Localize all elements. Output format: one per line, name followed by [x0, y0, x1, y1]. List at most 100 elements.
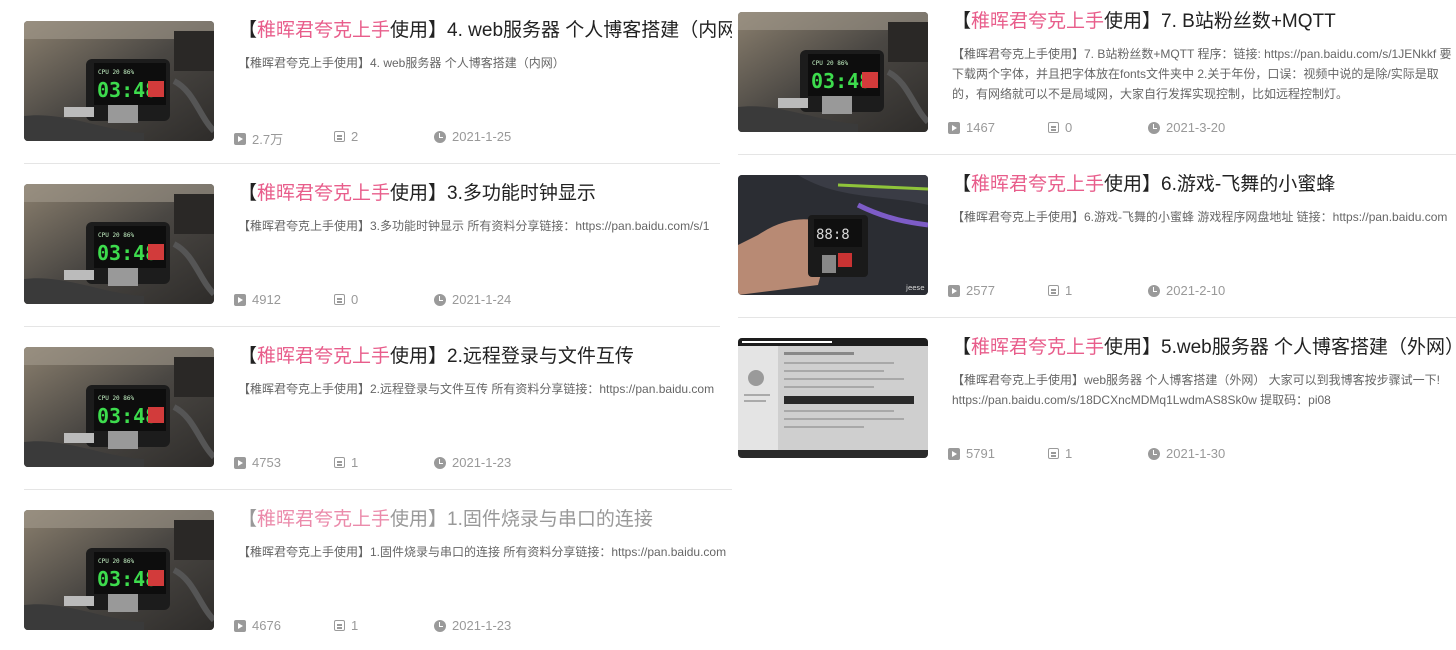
play-icon: [234, 293, 246, 306]
video-thumbnail[interactable]: [24, 21, 214, 141]
comment-icon: [334, 620, 345, 631]
comments-count: 0: [1065, 120, 1073, 135]
comments-stat: 2: [334, 129, 358, 144]
video-stats: 4676 1 2021-1-23: [234, 618, 732, 636]
video-stats: 4753 1 2021-1-23: [234, 455, 732, 473]
publish-date: 2021-2-10: [1166, 283, 1226, 298]
title-text: 使用】4. web服务器 个人博客搭建（内网）: [390, 20, 732, 41]
comments-count: 1: [351, 618, 359, 633]
views-count: 4676: [252, 618, 281, 633]
play-icon: [234, 456, 246, 469]
video-thumbnail[interactable]: [738, 12, 928, 132]
divider: [24, 163, 720, 164]
views-count: 2.7万: [252, 132, 284, 147]
comments-count: 2: [351, 129, 359, 144]
title-text: 使用】6.游戏-飞舞的小蜜蜂: [1104, 174, 1336, 195]
clock-icon: [434, 619, 446, 632]
video-thumbnail[interactable]: [24, 347, 214, 467]
clock-icon: [434, 293, 446, 306]
date-stat: 2021-1-23: [434, 618, 511, 633]
play-icon: [234, 619, 246, 632]
title-highlight: 稚晖君夸克上手: [971, 174, 1105, 195]
video-card[interactable]: 【稚晖君夸克上手使用】4. web服务器 个人博客搭建（内网） 【稚晖君夸克上手…: [24, 18, 732, 161]
comments-count: 1: [1065, 283, 1073, 298]
title-highlight: 稚晖君夸克上手: [257, 20, 391, 41]
comment-icon: [334, 294, 345, 305]
views-stat: 2577: [948, 283, 995, 298]
video-stats: 4912 0 2021-1-24: [234, 292, 732, 310]
views-count: 4912: [252, 292, 281, 307]
video-thumbnail[interactable]: [738, 338, 928, 458]
views-stat: 4912: [234, 292, 281, 307]
publish-date: 2021-1-25: [452, 129, 512, 144]
comments-stat: 1: [1048, 283, 1072, 298]
comments-stat: 1: [334, 618, 358, 633]
video-stats: 2577 1 2021-2-10: [948, 283, 1456, 301]
views-count: 4753: [252, 455, 281, 470]
video-description: 【稚晖君夸克上手使用】7. B站粉丝数+MQTT 程序：链接: https://…: [952, 47, 1452, 101]
video-stats: 2.7万 2 2021-1-25: [234, 129, 732, 147]
date-stat: 2021-3-20: [1148, 120, 1225, 135]
date-stat: 2021-2-10: [1148, 283, 1225, 298]
comments-count: 1: [1065, 446, 1073, 461]
publish-date: 2021-3-20: [1166, 120, 1226, 135]
video-title[interactable]: 【稚晖君夸克上手使用】5.web服务器 个人博客搭建（外网）: [952, 335, 1456, 361]
video-description: 【稚晖君夸克上手使用】2.远程登录与文件互传 所有资料分享链接：https://…: [238, 382, 715, 396]
video-card[interactable]: 88:8 jeese 【稚晖君夸克上手使用】6.游戏-飞舞的小蜜蜂 【稚晖君夸克…: [738, 172, 1456, 315]
views-count: 1467: [966, 120, 995, 135]
publish-date: 2021-1-23: [452, 455, 512, 470]
play-icon: [234, 132, 246, 145]
video-title[interactable]: 【稚晖君夸克上手使用】3.多功能时钟显示: [238, 181, 732, 207]
comments-count: 0: [351, 292, 359, 307]
video-description: 【稚晖君夸克上手使用】3.多功能时钟显示 所有资料分享链接：https://pa…: [238, 219, 710, 233]
comments-stat: 0: [334, 292, 358, 307]
comment-icon: [334, 131, 345, 142]
video-card[interactable]: 【稚晖君夸克上手使用】3.多功能时钟显示 【稚晖君夸克上手使用】3.多功能时钟显…: [24, 181, 732, 324]
title-highlight: 稚晖君夸克上手: [971, 337, 1105, 358]
divider: [738, 154, 1456, 155]
comments-stat: 1: [334, 455, 358, 470]
comments-stat: 0: [1048, 120, 1072, 135]
comment-icon: [334, 457, 345, 468]
video-card[interactable]: 【稚晖君夸克上手使用】7. B站粉丝数+MQTT 【稚晖君夸克上手使用】7. B…: [738, 9, 1456, 152]
play-icon: [948, 121, 960, 134]
video-title[interactable]: 【稚晖君夸克上手使用】7. B站粉丝数+MQTT: [952, 9, 1456, 35]
clock-icon: [1148, 447, 1160, 460]
video-description: 【稚晖君夸克上手使用】1.固件烧录与串口的连接 所有资料分享链接：https:/…: [238, 545, 727, 559]
divider: [24, 326, 720, 327]
publish-date: 2021-1-24: [452, 292, 512, 307]
video-card[interactable]: 【稚晖君夸克上手使用】5.web服务器 个人博客搭建（外网） 【稚晖君夸克上手使…: [738, 335, 1456, 478]
date-stat: 2021-1-24: [434, 292, 511, 307]
video-thumbnail[interactable]: [24, 184, 214, 304]
title-highlight: 稚晖君夸克上手: [971, 11, 1105, 32]
title-text: 使用】1.固件烧录与串口的连接: [390, 509, 653, 530]
video-stats: 1467 0 2021-3-20: [948, 120, 1456, 138]
video-description: 【稚晖君夸克上手使用】4. web服务器 个人博客搭建（内网）: [238, 56, 565, 70]
video-title[interactable]: 【稚晖君夸克上手使用】2.远程登录与文件互传: [238, 344, 732, 370]
title-highlight: 稚晖君夸克上手: [257, 509, 391, 530]
date-stat: 2021-1-23: [434, 455, 511, 470]
video-title[interactable]: 【稚晖君夸克上手使用】6.游戏-飞舞的小蜜蜂: [952, 172, 1456, 198]
play-icon: [948, 447, 960, 460]
comment-icon: [1048, 285, 1059, 296]
views-stat: 2.7万: [234, 129, 283, 148]
views-stat: 1467: [948, 120, 995, 135]
title-text: 使用】3.多功能时钟显示: [390, 183, 596, 204]
comments-stat: 1: [1048, 446, 1072, 461]
video-title[interactable]: 【稚晖君夸克上手使用】1.固件烧录与串口的连接: [238, 507, 732, 533]
title-text: 使用】2.远程登录与文件互传: [390, 346, 634, 367]
play-icon: [948, 284, 960, 297]
views-stat: 4753: [234, 455, 281, 470]
svg-text:88:8: 88:8: [816, 227, 850, 243]
title-text: 使用】7. B站粉丝数+MQTT: [1104, 11, 1336, 32]
views-count: 5791: [966, 446, 995, 461]
video-description: 【稚晖君夸克上手使用】6.游戏-飞舞的小蜜蜂 游戏程序网盘地址 链接：https…: [952, 210, 1448, 224]
comment-icon: [1048, 448, 1059, 459]
video-title[interactable]: 【稚晖君夸克上手使用】4. web服务器 个人博客搭建（内网）: [238, 18, 732, 44]
video-card[interactable]: 【稚晖君夸克上手使用】1.固件烧录与串口的连接 【稚晖君夸克上手使用】1.固件烧…: [24, 507, 732, 650]
video-thumbnail[interactable]: 88:8 jeese: [738, 175, 928, 295]
video-thumbnail[interactable]: [24, 510, 214, 630]
publish-date: 2021-1-23: [452, 618, 512, 633]
comment-icon: [1048, 122, 1059, 133]
video-card[interactable]: 【稚晖君夸克上手使用】2.远程登录与文件互传 【稚晖君夸克上手使用】2.远程登录…: [24, 344, 732, 487]
